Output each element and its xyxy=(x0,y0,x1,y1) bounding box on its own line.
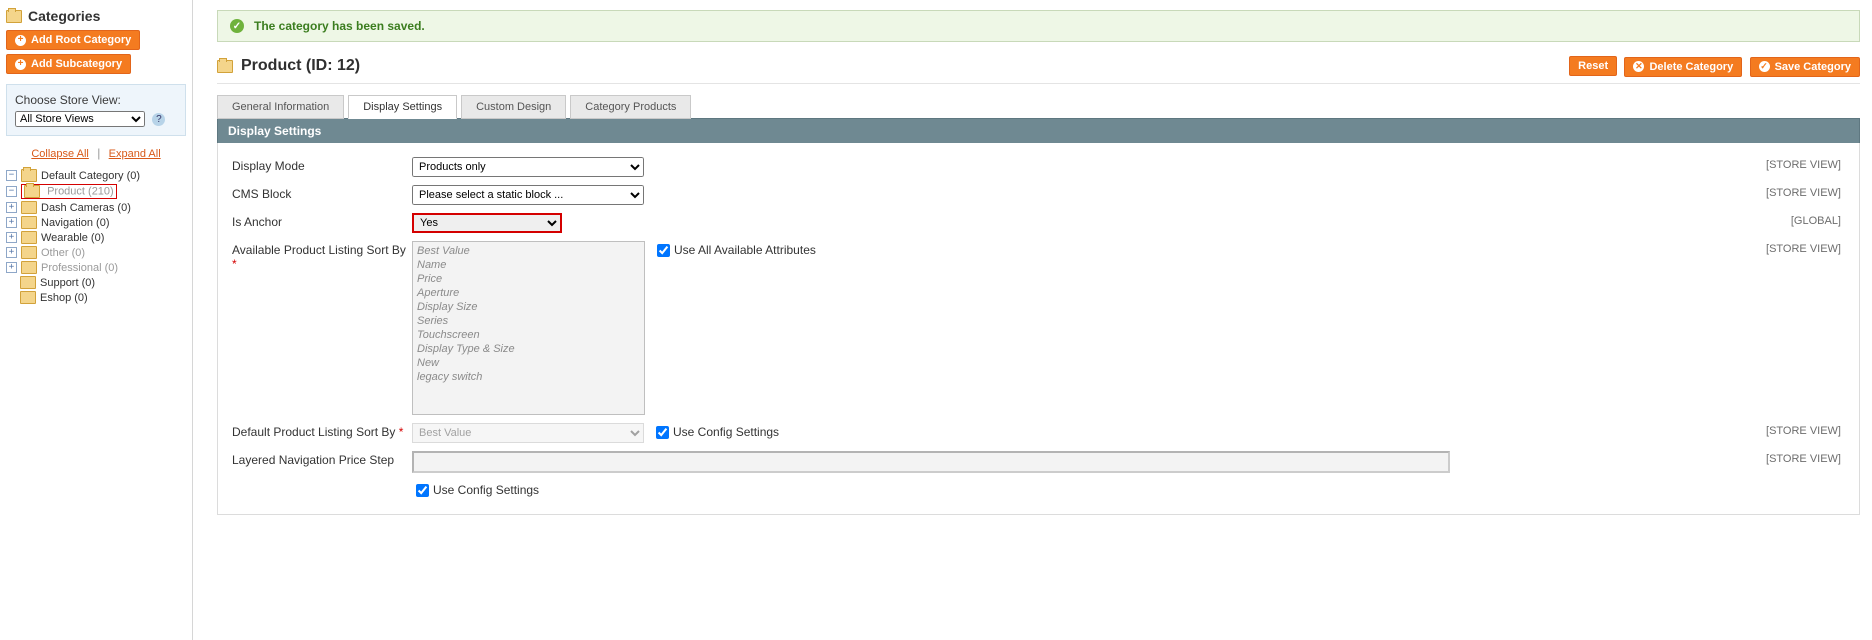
help-icon[interactable]: ? xyxy=(152,113,165,126)
sidebar-title: Categories xyxy=(6,8,186,24)
folder-icon xyxy=(21,169,37,182)
success-text: The category has been saved. xyxy=(254,19,425,33)
folder-icon xyxy=(21,246,37,259)
tree-toggle[interactable]: + xyxy=(6,232,17,243)
tree-toggle[interactable]: − xyxy=(6,186,17,197)
store-view-switcher: Choose Store View: All Store Views ? xyxy=(6,84,186,136)
add-subcategory-button[interactable]: + Add Subcategory xyxy=(6,54,131,74)
scope-label: [STORE VIEW] xyxy=(1766,185,1845,199)
tree-node-other[interactable]: Other (0) xyxy=(41,247,85,259)
plus-icon: + xyxy=(15,59,26,70)
tree-toggle[interactable]: − xyxy=(6,170,17,181)
use-all-attributes-check[interactable]: Use All Available Attributes xyxy=(653,241,816,260)
reset-button[interactable]: Reset xyxy=(1569,56,1617,76)
use-config-checkbox[interactable] xyxy=(656,426,669,439)
folder-icon xyxy=(21,261,37,274)
use-config-check-1[interactable]: Use Config Settings xyxy=(652,423,779,442)
main-content: ✓ The category has been saved. Product (… xyxy=(193,0,1872,640)
expand-all-link[interactable]: Expand All xyxy=(109,148,161,160)
success-message: ✓ The category has been saved. xyxy=(217,10,1860,42)
scope-label: [GLOBAL] xyxy=(1791,213,1845,227)
add-root-category-button[interactable]: + Add Root Category xyxy=(6,30,140,50)
tree-node-dash[interactable]: Dash Cameras (0) xyxy=(41,202,131,214)
tree-toggle[interactable]: + xyxy=(6,202,17,213)
price-step-label: Layered Navigation Price Step xyxy=(232,451,412,467)
check-icon: ✓ xyxy=(230,19,244,33)
close-icon: ✕ xyxy=(1633,61,1644,72)
add-sub-label: Add Subcategory xyxy=(31,58,122,70)
is-anchor-label: Is Anchor xyxy=(232,213,412,229)
cms-block-select[interactable]: Please select a static block ... xyxy=(412,185,644,205)
tree-toggle[interactable]: + xyxy=(6,247,17,258)
cms-block-label: CMS Block xyxy=(232,185,412,201)
save-category-button[interactable]: ✓ Save Category xyxy=(1750,57,1860,77)
sidebar-title-text: Categories xyxy=(28,8,100,24)
tab-custom[interactable]: Custom Design xyxy=(461,95,566,119)
folder-icon xyxy=(21,231,37,244)
scope-label: [STORE VIEW] xyxy=(1766,241,1845,255)
tree-node-professional[interactable]: Professional (0) xyxy=(41,262,118,274)
tree-toggle[interactable]: + xyxy=(6,262,17,273)
scope-label: [STORE VIEW] xyxy=(1766,451,1845,465)
display-mode-label: Display Mode xyxy=(232,157,412,173)
folder-icon xyxy=(217,60,233,73)
store-view-select[interactable]: All Store Views xyxy=(15,111,145,127)
folder-icon xyxy=(21,201,37,214)
folder-icon xyxy=(6,10,22,23)
price-step-input[interactable] xyxy=(412,451,1450,473)
tree-node-default[interactable]: Default Category (0) xyxy=(41,170,140,182)
folder-icon xyxy=(21,216,37,229)
category-tree: − Default Category (0) − Product (210) +… xyxy=(6,168,186,305)
check-icon: ✓ xyxy=(1759,61,1770,72)
tree-node-eshop[interactable]: Eshop (0) xyxy=(40,292,88,304)
add-root-label: Add Root Category xyxy=(31,34,131,46)
page-title: Product (ID: 12) xyxy=(217,57,360,75)
sidebar: Categories + Add Root Category + Add Sub… xyxy=(0,0,193,640)
tree-node-product[interactable]: Product (210) xyxy=(21,184,117,199)
tree-node-navigation[interactable]: Navigation (0) xyxy=(41,217,109,229)
panel-title: Display Settings xyxy=(217,118,1860,143)
tab-display[interactable]: Display Settings xyxy=(348,95,457,119)
sort-by-multiselect[interactable]: Best ValueNamePriceApertureDisplay SizeS… xyxy=(412,241,645,415)
plus-icon: + xyxy=(15,35,26,46)
tree-node-support[interactable]: Support (0) xyxy=(40,277,95,289)
panel-body: Display Mode Products only [STORE VIEW] … xyxy=(217,143,1860,515)
tree-node-wearable[interactable]: Wearable (0) xyxy=(41,232,104,244)
scope-label: [STORE VIEW] xyxy=(1766,157,1845,171)
default-sort-label: Default Product Listing Sort By * xyxy=(232,423,412,439)
folder-icon xyxy=(20,291,36,304)
folder-icon xyxy=(20,276,36,289)
display-mode-select[interactable]: Products only xyxy=(412,157,644,177)
tab-general[interactable]: General Information xyxy=(217,95,344,119)
delete-category-button[interactable]: ✕ Delete Category xyxy=(1624,57,1742,77)
tabs: General Information Display Settings Cus… xyxy=(217,94,1860,118)
collapse-all-link[interactable]: Collapse All xyxy=(31,148,88,160)
tab-products[interactable]: Category Products xyxy=(570,95,691,119)
is-anchor-select[interactable]: Yes xyxy=(412,213,562,233)
sort-by-label: Available Product Listing Sort By * xyxy=(232,241,412,271)
scope-label: [STORE VIEW] xyxy=(1766,423,1845,437)
tree-toggle[interactable]: + xyxy=(6,217,17,228)
default-sort-select[interactable]: Best Value xyxy=(412,423,644,443)
use-config-check-2[interactable]: Use Config Settings xyxy=(412,481,539,500)
use-config-checkbox[interactable] xyxy=(416,484,429,497)
choose-store-label: Choose Store View: xyxy=(15,93,177,107)
folder-icon xyxy=(24,185,40,198)
use-all-checkbox[interactable] xyxy=(657,244,670,257)
